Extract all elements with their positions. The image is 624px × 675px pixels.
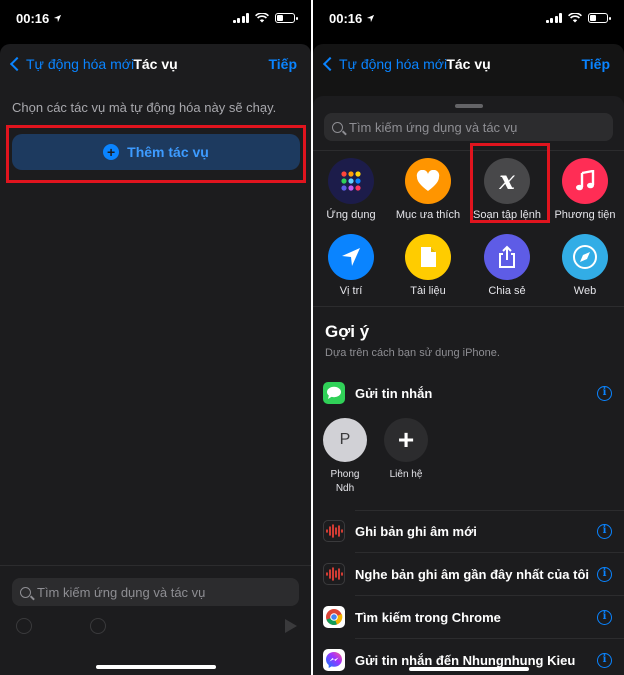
right-screen: 00:16 Tự động hóa mới Tác vụ Tiếp Tìm ki… bbox=[313, 0, 624, 675]
record-voice-memo-row[interactable]: Ghi bản ghi âm mới i bbox=[313, 512, 624, 550]
back-button[interactable]: Tự động hóa mới bbox=[8, 56, 134, 72]
category-web[interactable]: Web bbox=[547, 234, 623, 297]
category-favorites[interactable]: Mục ưa thích bbox=[390, 158, 466, 221]
suggestions-subtitle: Dựa trên cách bạn sử dụng iPhone. bbox=[325, 347, 500, 359]
divider bbox=[355, 510, 624, 511]
info-icon[interactable]: i bbox=[597, 566, 612, 582]
wifi-icon bbox=[568, 13, 582, 23]
instruction-text: Chọn các tác vụ mà tự động hóa này sẽ ch… bbox=[12, 100, 277, 115]
signal-icon bbox=[232, 13, 249, 23]
play-icon[interactable] bbox=[285, 619, 297, 633]
heart-icon bbox=[405, 158, 451, 204]
send-message-row[interactable]: Gửi tin nhắn i bbox=[313, 374, 624, 412]
bottom-toolbar: Tìm kiếm ứng dụng và tác vụ bbox=[0, 565, 311, 675]
search-chrome-row[interactable]: Tìm kiếm trong Chrome i bbox=[313, 598, 624, 636]
location-icon bbox=[367, 14, 375, 22]
highlight-box bbox=[6, 125, 306, 183]
redo-icon[interactable] bbox=[90, 618, 106, 634]
info-icon[interactable]: i bbox=[597, 652, 612, 668]
compass-icon bbox=[562, 234, 608, 280]
play-voice-memo-row[interactable]: Nghe bản ghi âm gần đây nhất của tôi i bbox=[313, 555, 624, 593]
chevron-left-icon bbox=[322, 56, 338, 72]
divider bbox=[355, 638, 624, 639]
divider bbox=[355, 595, 624, 596]
apps-grid-icon bbox=[328, 158, 374, 204]
location-arrow-icon bbox=[328, 234, 374, 280]
status-bar: 00:16 bbox=[313, 0, 624, 36]
action-picker-sheet: Tìm kiếm ứng dụng và tác vụ Ứng dụng Mục… bbox=[313, 96, 624, 675]
plus-icon: + bbox=[384, 418, 428, 462]
nav-bar: Tự động hóa mới Tác vụ Tiếp bbox=[0, 44, 311, 84]
undo-icon[interactable] bbox=[16, 618, 32, 634]
voice-memo-icon bbox=[323, 563, 345, 585]
signal-icon bbox=[545, 13, 562, 23]
share-icon bbox=[484, 234, 530, 280]
status-time: 00:16 bbox=[16, 10, 50, 26]
category-media[interactable]: Phương tiện bbox=[547, 158, 623, 221]
home-indicator bbox=[408, 667, 529, 671]
category-apps[interactable]: Ứng dụng bbox=[313, 158, 389, 221]
category-documents[interactable]: Tài liệu bbox=[390, 234, 466, 297]
voice-memo-icon bbox=[323, 520, 345, 542]
chrome-icon bbox=[323, 606, 345, 628]
search-icon bbox=[332, 121, 343, 133]
back-button[interactable]: Tự động hóa mới bbox=[321, 56, 447, 72]
divider bbox=[355, 552, 624, 553]
messages-icon bbox=[323, 382, 345, 404]
suggestions-title: Gợi ý bbox=[325, 322, 370, 341]
document-icon bbox=[405, 234, 451, 280]
category-location[interactable]: Vị trí bbox=[313, 234, 389, 297]
next-button[interactable]: Tiếp bbox=[268, 56, 297, 72]
add-contact-button[interactable]: + Liên hệ bbox=[376, 418, 436, 482]
search-icon bbox=[20, 586, 31, 598]
battery-icon bbox=[588, 13, 611, 23]
nav-bar: Tự động hóa mới Tác vụ Tiếp bbox=[313, 44, 624, 84]
contact-phong[interactable]: P Phong Ndh bbox=[315, 418, 375, 496]
info-icon[interactable]: i bbox=[597, 609, 612, 625]
wifi-icon bbox=[255, 13, 269, 23]
messenger-icon bbox=[323, 649, 345, 671]
search-input[interactable]: Tìm kiếm ứng dụng và tác vụ bbox=[12, 578, 299, 606]
search-input[interactable]: Tìm kiếm ứng dụng và tác vụ bbox=[324, 113, 613, 141]
next-button[interactable]: Tiếp bbox=[581, 56, 610, 72]
divider bbox=[313, 150, 624, 151]
divider bbox=[313, 306, 624, 307]
location-icon bbox=[54, 14, 62, 22]
home-indicator bbox=[95, 665, 216, 669]
chevron-left-icon bbox=[9, 56, 25, 72]
music-note-icon bbox=[562, 158, 608, 204]
highlight-box bbox=[470, 143, 550, 223]
status-time: 00:16 bbox=[329, 10, 363, 26]
info-icon[interactable]: i bbox=[597, 523, 612, 539]
avatar: P bbox=[323, 418, 367, 462]
left-screen: 00:16 Tự động hóa mới Tác vụ Tiếp Chọn c… bbox=[0, 0, 311, 675]
category-share[interactable]: Chia sẻ bbox=[469, 234, 545, 297]
status-bar: 00:16 bbox=[0, 0, 311, 36]
battery-icon bbox=[275, 13, 298, 23]
info-icon[interactable]: i bbox=[597, 385, 612, 401]
sheet-grabber[interactable] bbox=[454, 104, 483, 108]
